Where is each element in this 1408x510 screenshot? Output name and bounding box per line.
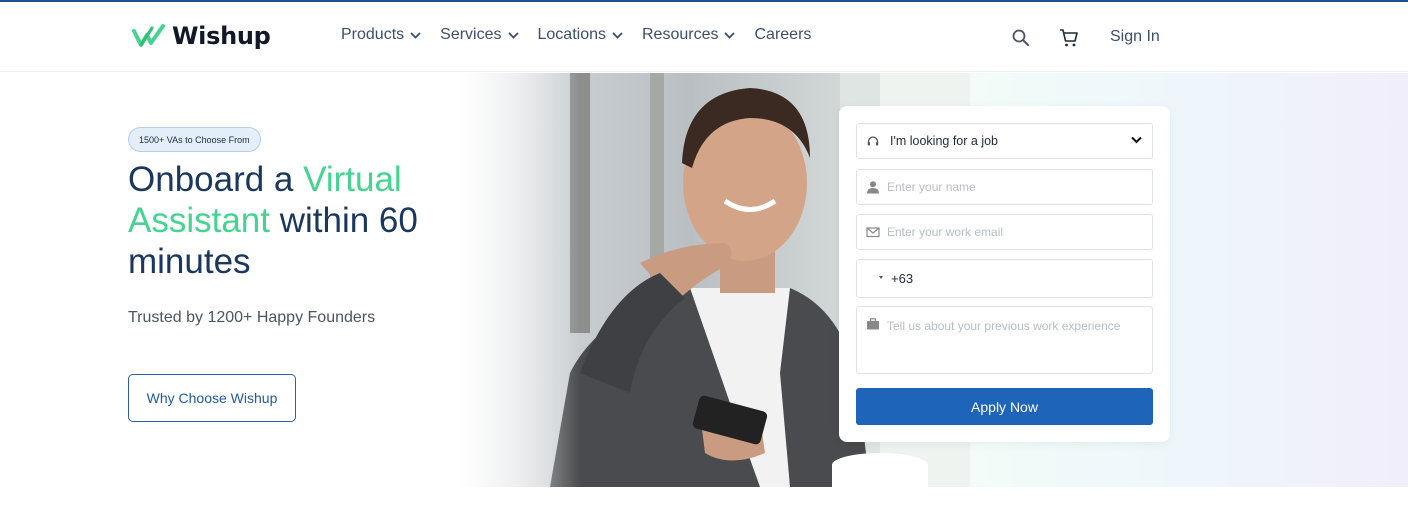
phone-country-code: +63 [891,271,914,286]
nav-label: Locations [537,26,607,43]
chevron-down-icon [724,31,736,39]
nav-label: Careers [754,26,812,43]
chevron-down-icon [507,31,519,39]
why-choose-wishup-button[interactable]: Why Choose Wishup [128,374,296,422]
nav-products[interactable]: Products [341,26,421,44]
nav-label: Services [440,26,502,43]
email-placeholder: Enter your work email [887,225,1004,239]
nav-locations[interactable]: Locations [538,26,624,44]
sign-in-link[interactable]: Sign In [1110,28,1160,46]
country-dropdown-caret-icon[interactable] [879,276,883,279]
nav-label: Products [341,26,405,43]
vas-count-badge: 1500+ VAs to Choose From [128,127,261,152]
apply-now-button[interactable]: Apply Now [856,388,1153,425]
experience-textarea[interactable]: Tell us about your previous work experie… [856,306,1153,374]
nav-careers[interactable]: Careers [754,26,811,44]
phone-field[interactable]: +63 [856,259,1153,298]
briefcase-icon [867,318,879,330]
hero-section: 1500+ VAs to Choose From Onboard a Virtu… [0,73,1408,487]
select-value: I'm looking for a job [890,134,998,148]
nav-services[interactable]: Services [440,26,519,44]
logo[interactable]: Wishup [132,22,271,50]
hero-subtitle: Trusted by 1200+ Happy Founders [128,309,376,326]
mail-icon [866,227,880,238]
photo-fade-overlay [460,73,580,487]
email-field[interactable]: Enter your work email [856,214,1153,250]
nav-label: Resources [642,26,719,43]
site-header: Wishup Products Services Locations Resou… [0,2,1408,72]
user-icon [867,181,879,194]
hero-headline: Onboard a Virtual Assistant within 60 mi… [128,159,468,282]
experience-placeholder: Tell us about your previous work experie… [887,319,1121,333]
main-nav: Products Services Locations Resources Ca… [341,26,830,44]
nav-resources[interactable]: Resources [642,26,736,44]
headline-part-1: Onboard a [128,160,304,199]
job-application-form: I'm looking for a job Enter your name En… [839,106,1170,442]
search-icon [1012,29,1029,46]
chevron-down-icon [1131,136,1142,144]
wishup-logo-icon [132,24,165,47]
logo-text: Wishup [172,22,271,50]
name-field[interactable]: Enter your name [856,169,1153,205]
chevron-down-icon [410,31,421,39]
name-placeholder: Enter your name [887,180,976,194]
looking-for-select[interactable]: I'm looking for a job [856,123,1153,159]
headset-icon [867,136,879,146]
search-button[interactable] [1011,28,1031,48]
cart-icon [1060,29,1078,47]
chevron-down-icon [612,31,623,39]
cart-button[interactable] [1058,27,1080,49]
